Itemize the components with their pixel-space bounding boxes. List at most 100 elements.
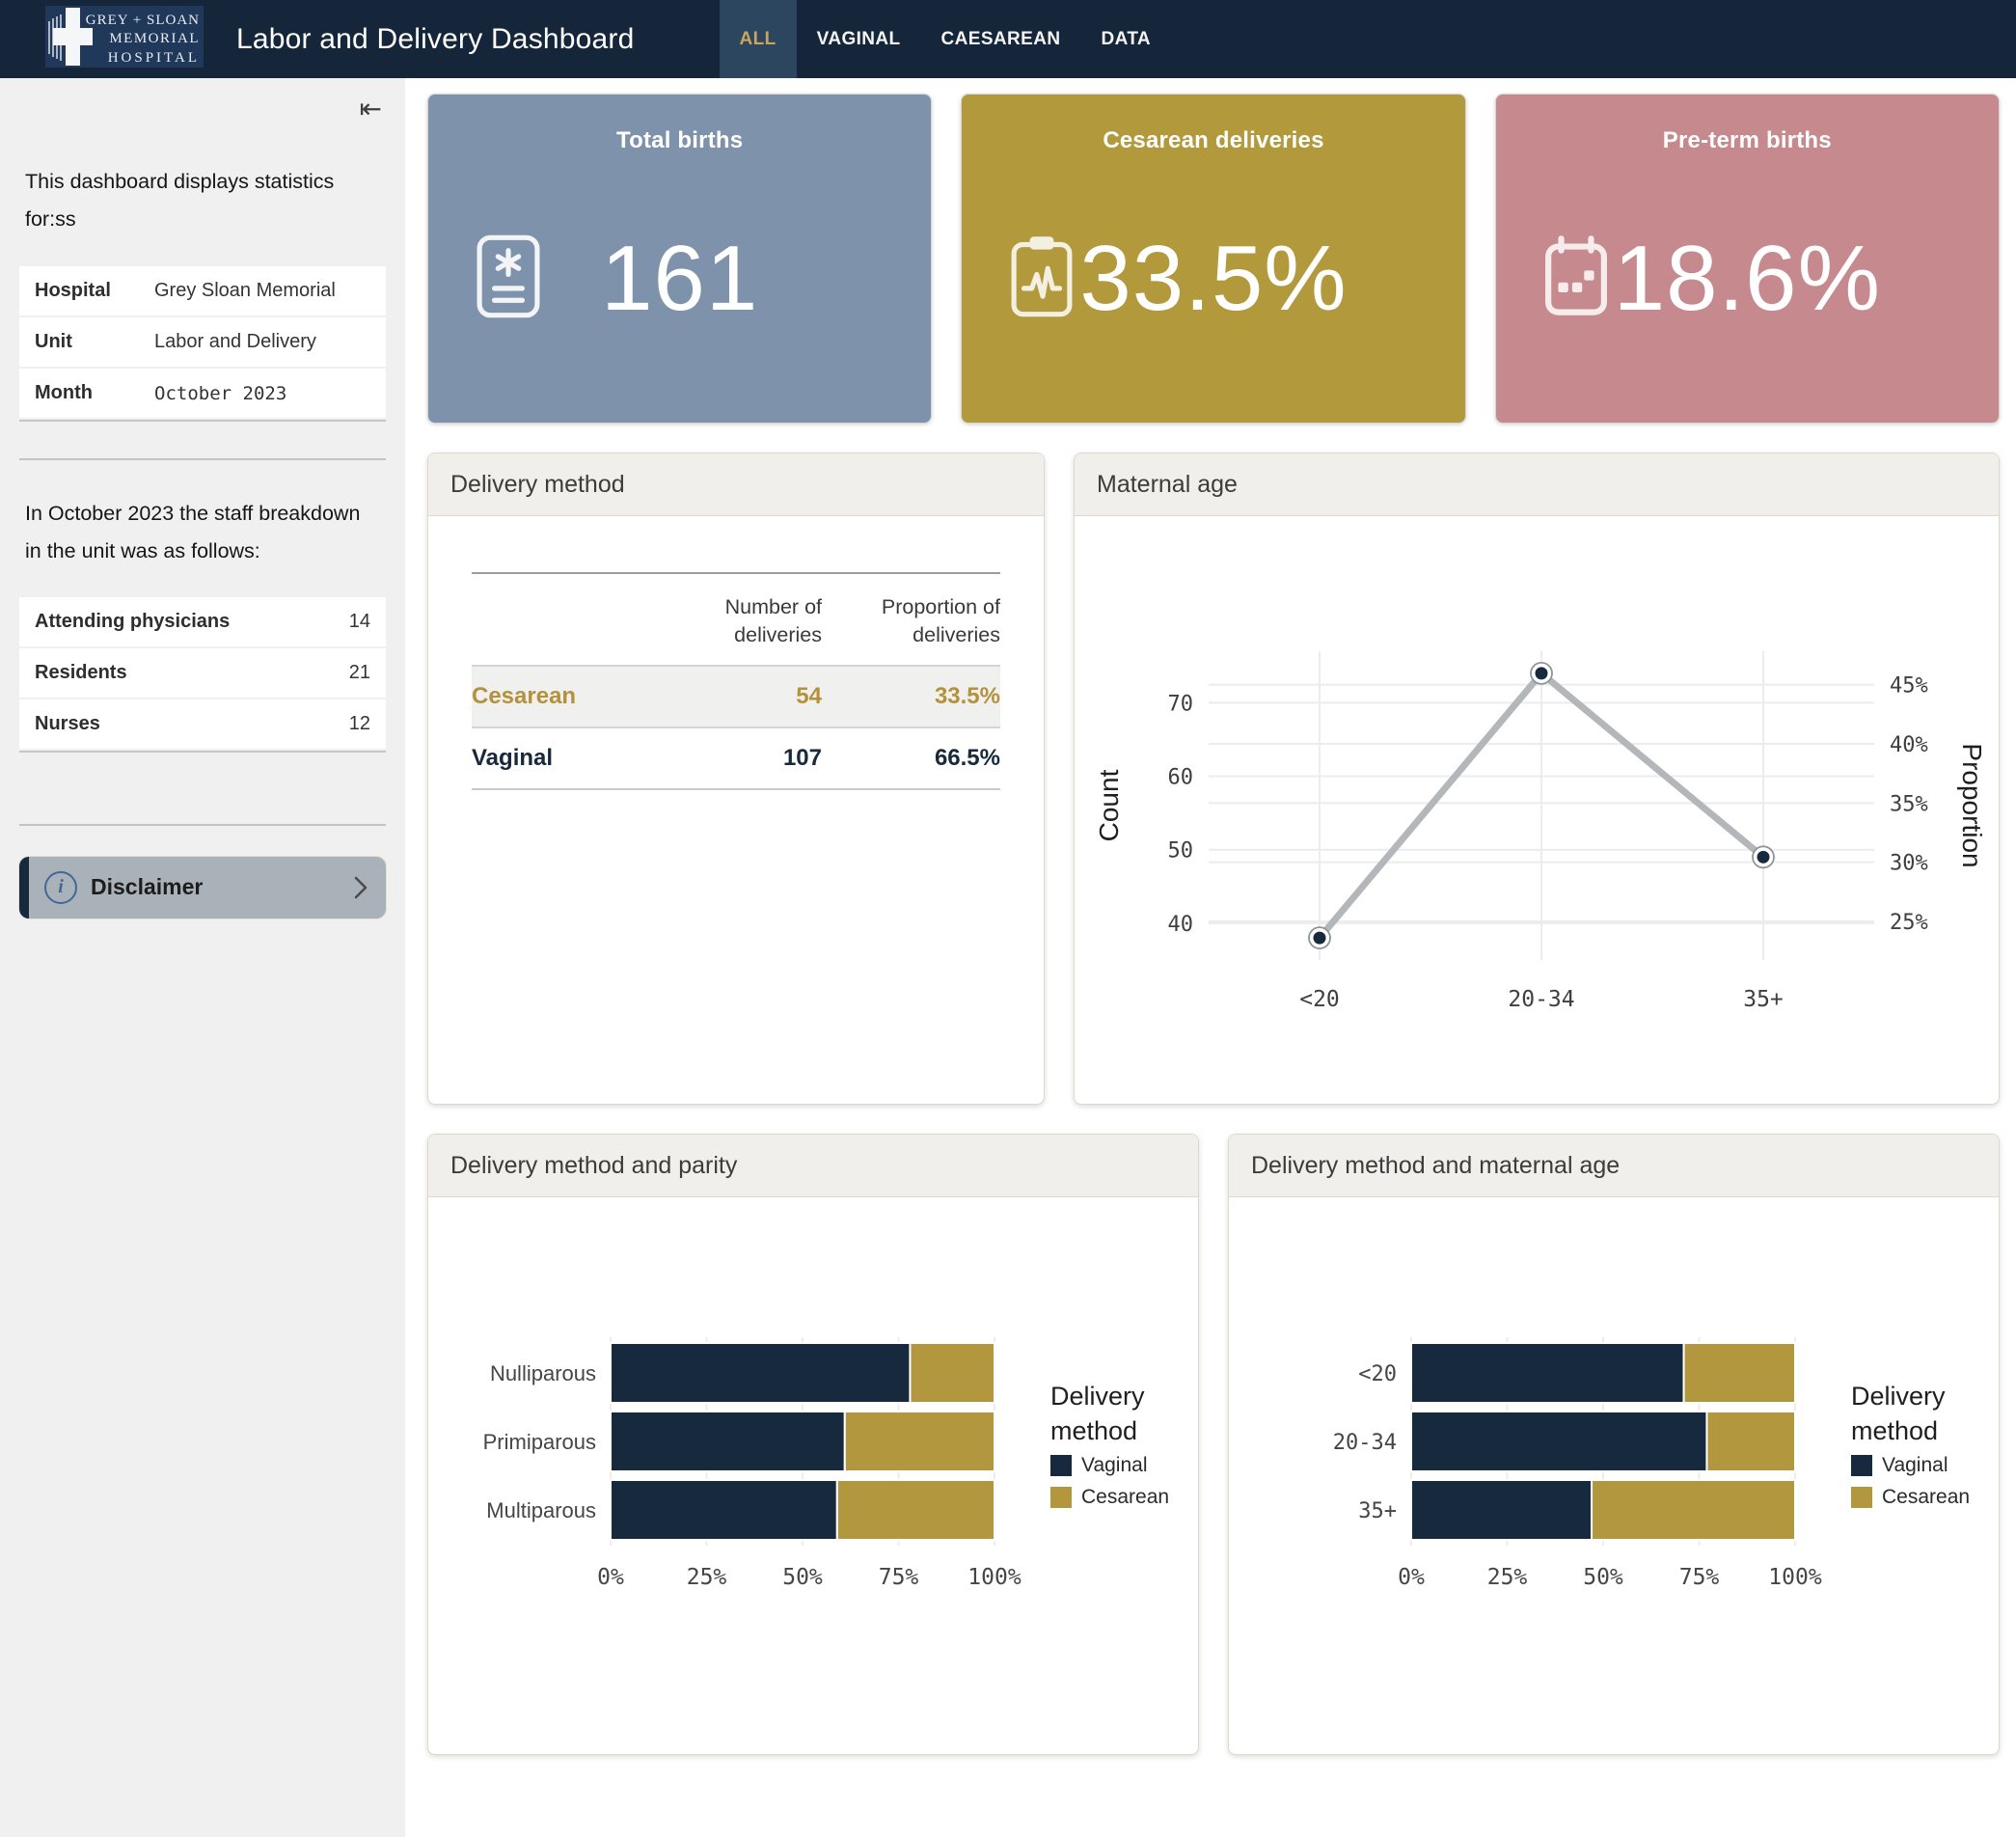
info-table: Hospital Grey Sloan Memorial Unit Labor …: [19, 266, 386, 422]
disclaimer-label: Disclaimer: [91, 874, 353, 900]
info-icon: i: [44, 871, 77, 904]
row-label: Residents: [35, 662, 127, 684]
svg-text:Multiparous: Multiparous: [486, 1498, 596, 1522]
column-header: Proportion of deliveries: [822, 593, 1000, 649]
svg-text:<20: <20: [1299, 987, 1340, 1012]
panel-maternal-age: Maternal age 4050607025%30%35%40%45%<202…: [1074, 452, 2000, 1105]
kpi-value: 161: [601, 226, 758, 332]
proportion-cell: 33.5%: [822, 683, 1000, 710]
main-content: Total births 161: [405, 78, 2016, 1837]
tab-vaginal[interactable]: VAGINAL: [797, 0, 921, 78]
panel-title: Delivery method: [428, 453, 1044, 516]
svg-text:Vaginal: Vaginal: [1081, 1454, 1148, 1476]
panel-delivery-method-parity: Delivery method and parity NulliparousPr…: [427, 1134, 1199, 1755]
svg-text:45%: 45%: [1890, 673, 1928, 698]
svg-text:Cesarean: Cesarean: [1882, 1486, 1970, 1508]
tab-caesarean[interactable]: CAESAREAN: [921, 0, 1081, 78]
clipboard-pulse-icon: [1010, 234, 1074, 324]
table-row: Attending physicians 14: [19, 597, 386, 646]
svg-text:70: 70: [1168, 692, 1194, 716]
svg-text:25%: 25%: [1890, 911, 1928, 935]
svg-text:50: 50: [1168, 838, 1194, 863]
count-cell: 54: [667, 683, 822, 710]
maternal-age-line-chart: 4050607025%30%35%40%45%<2020-3435+CountP…: [1075, 516, 1999, 1104]
row-label: Cesarean: [472, 683, 667, 710]
row-value: 12: [349, 713, 370, 735]
table-row: Nurses 12: [19, 699, 386, 749]
panel-delivery-method-maternal-age: Delivery method and maternal age <2020-3…: [1228, 1134, 2000, 1755]
kpi-value: 33.5%: [1079, 226, 1347, 332]
row-label: Attending physicians: [35, 611, 230, 633]
sidebar-collapse-icon[interactable]: ⇤: [360, 96, 382, 123]
svg-text:60: 60: [1168, 765, 1194, 789]
svg-text:Nulliparous: Nulliparous: [490, 1361, 596, 1385]
proportion-cell: 66.5%: [822, 745, 1000, 772]
row-value: October 2023: [154, 383, 286, 404]
row-label: Vaginal: [472, 745, 667, 772]
svg-text:40: 40: [1168, 912, 1194, 936]
kpi-title: Total births: [428, 127, 931, 154]
staff-intro-text: In October 2023 the staff breakdown in t…: [25, 495, 380, 569]
svg-text:method: method: [1050, 1416, 1137, 1445]
svg-text:50%: 50%: [782, 1565, 823, 1590]
svg-text:HOSPITAL: HOSPITAL: [108, 50, 200, 66]
svg-text:Cesarean: Cesarean: [1081, 1486, 1169, 1508]
row-label: Month: [35, 382, 154, 404]
panel-title: Maternal age: [1075, 453, 1999, 516]
panel-delivery-method: Delivery method Number of deliveries Pro…: [427, 452, 1045, 1105]
tab-data[interactable]: DATA: [1081, 0, 1172, 78]
table-header-row: Number of deliveries Proportion of deliv…: [472, 572, 1000, 667]
staff-table: Attending physicians 14 Residents 21 Nur…: [19, 597, 386, 753]
kpi-preterm-births: Pre-term births: [1495, 94, 2000, 424]
svg-text:35+: 35+: [1358, 1499, 1397, 1523]
svg-text:Delivery: Delivery: [1050, 1382, 1145, 1411]
top-nav-bar: GREY + SLOAN MEMORIAL HOSPITAL Labor and…: [0, 0, 2016, 78]
row-value: Grey Sloan Memorial: [154, 280, 336, 302]
svg-text:0%: 0%: [1398, 1565, 1425, 1590]
svg-text:50%: 50%: [1583, 1565, 1623, 1590]
delivery-method-table: Number of deliveries Proportion of deliv…: [472, 572, 1000, 790]
hospital-logo: GREY + SLOAN MEMORIAL HOSPITAL: [45, 6, 204, 72]
svg-text:25%: 25%: [687, 1565, 727, 1590]
divider: [19, 824, 386, 826]
svg-text:40%: 40%: [1890, 733, 1928, 757]
parity-stacked-bar-chart: Nulliparous Primiparous Multiparous 0% 25% 50…: [428, 1197, 1198, 1754]
svg-text:25%: 25%: [1487, 1565, 1528, 1590]
svg-text:35+: 35+: [1743, 987, 1784, 1012]
disclaimer-button[interactable]: i Disclaimer: [19, 857, 386, 918]
kpi-total-births: Total births 161: [427, 94, 932, 424]
page-title: Labor and Delivery Dashboard: [236, 23, 635, 56]
kpi-title: Cesarean deliveries: [962, 127, 1464, 154]
svg-text:MEMORIAL: MEMORIAL: [109, 31, 200, 46]
svg-text:Primiparous: Primiparous: [483, 1430, 596, 1454]
svg-text:Proportion: Proportion: [1957, 743, 1987, 867]
svg-text:100%: 100%: [967, 1565, 1022, 1590]
chevron-right-icon: [353, 875, 368, 900]
table-row-cesarean: Cesarean 54 33.5%: [472, 667, 1000, 728]
row-value: 14: [349, 611, 370, 633]
svg-text:20-34: 20-34: [1508, 987, 1574, 1012]
table-row: Residents 21: [19, 648, 386, 698]
table-row: Month October 2023: [19, 369, 386, 418]
tab-all[interactable]: ALL: [720, 0, 797, 78]
count-cell: 107: [667, 745, 822, 772]
svg-text:0%: 0%: [597, 1565, 624, 1590]
sidebar: ⇤ This dashboard displays statistics for…: [0, 78, 405, 1837]
table-row: Hospital Grey Sloan Memorial: [19, 266, 386, 315]
kpi-title: Pre-term births: [1496, 127, 1999, 154]
column-header: Number of deliveries: [667, 593, 822, 649]
row-label: Nurses: [35, 713, 100, 735]
divider: [19, 458, 386, 460]
row-value: Labor and Delivery: [154, 331, 316, 353]
kpi-value: 18.6%: [1614, 226, 1881, 332]
svg-text:Count: Count: [1094, 769, 1124, 841]
svg-text:75%: 75%: [1679, 1565, 1720, 1590]
sidebar-intro-text: This dashboard displays statistics for:s…: [25, 163, 380, 237]
svg-text:75%: 75%: [879, 1565, 919, 1590]
svg-text:100%: 100%: [1768, 1565, 1822, 1590]
panel-title: Delivery method and maternal age: [1229, 1135, 1999, 1197]
row-label: Hospital: [35, 280, 154, 302]
nav-tabs: ALL VAGINAL CAESAREAN DATA: [720, 0, 1172, 78]
svg-text:20-34: 20-34: [1333, 1431, 1397, 1455]
svg-text:Vaginal: Vaginal: [1882, 1454, 1948, 1476]
